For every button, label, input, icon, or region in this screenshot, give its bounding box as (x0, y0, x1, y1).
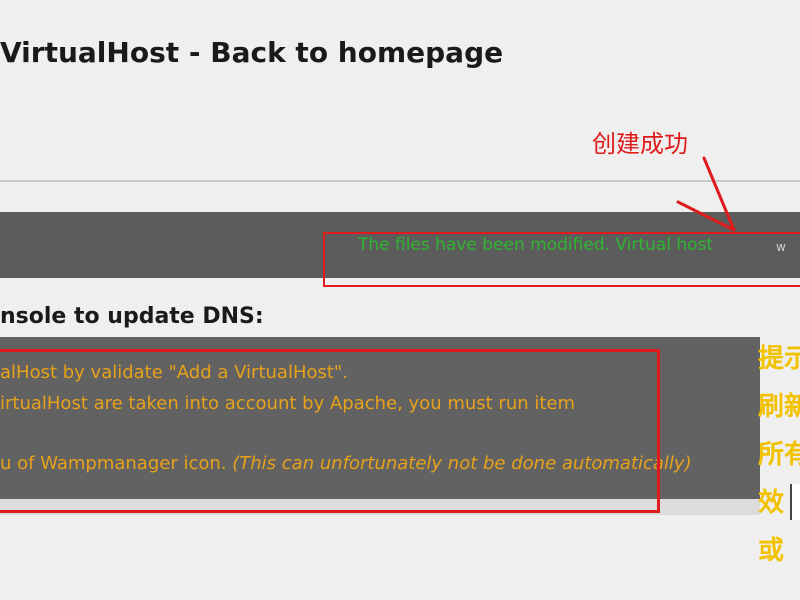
side-hint-1: 提示 (758, 344, 800, 374)
side-hint-5: 或 (758, 536, 785, 566)
text-cursor (790, 484, 800, 520)
page-root: VirtualHost - Back to homepage The files… (0, 0, 800, 600)
side-hint-2: 刷新 (758, 392, 800, 422)
status-highlight-box (323, 232, 800, 287)
section-heading: nsole to update DNS: (0, 304, 264, 329)
page-title[interactable]: VirtualHost - Back to homepage (0, 36, 503, 69)
red-arrow-icon (676, 156, 736, 232)
side-hint-3: 所有 (758, 440, 800, 470)
info-highlight-box (0, 349, 660, 513)
